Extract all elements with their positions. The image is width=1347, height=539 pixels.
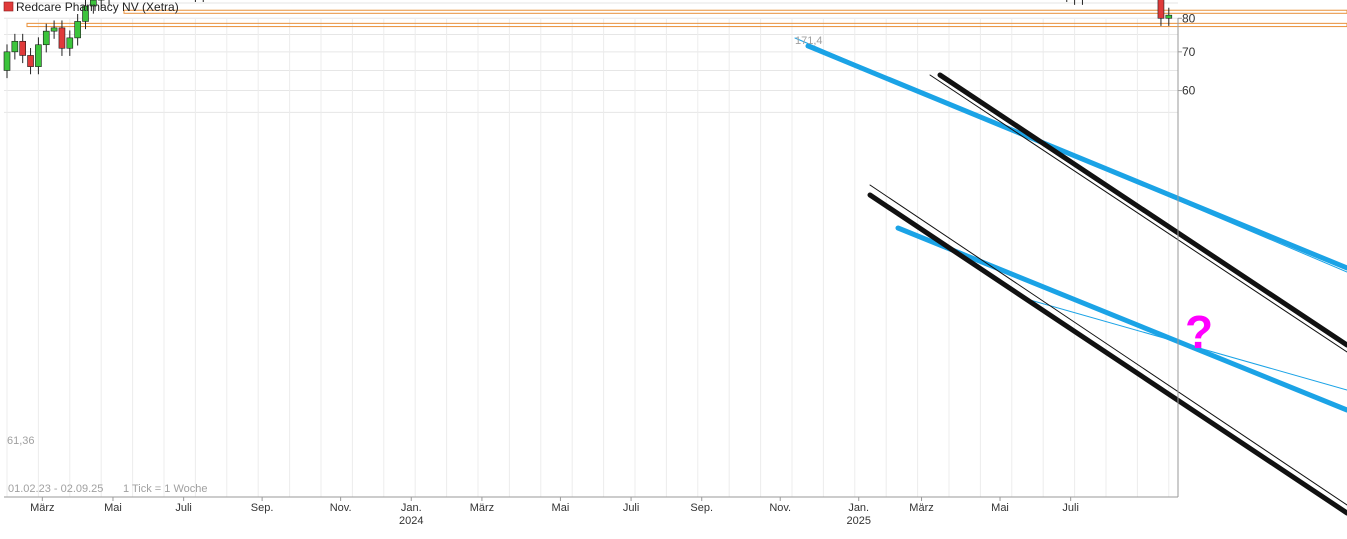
x-tick-label: März <box>909 502 933 514</box>
candle-body <box>11 40 19 53</box>
x-tick-label: Jan. <box>848 502 869 514</box>
x-tick-label: März <box>470 502 494 514</box>
y-tick-label: 70 <box>1182 45 1196 59</box>
legend-swatch <box>3 1 14 12</box>
x-tick-label: Mai <box>104 502 122 514</box>
candle-body <box>35 44 42 67</box>
x-tick-label: Mai <box>991 502 1009 514</box>
x-tick-label: Nov. <box>330 502 352 514</box>
candle-body <box>58 27 66 49</box>
support-zone <box>26 22 1347 28</box>
candle-body <box>1157 0 1165 19</box>
candle-body <box>27 55 34 67</box>
candle-body <box>66 37 74 49</box>
tick-label: 1 Tick = 1 Woche <box>123 483 207 495</box>
question-mark-annotation: ? <box>1185 306 1213 358</box>
x-tick-label: Nov. <box>769 502 791 514</box>
candle-body <box>42 30 50 46</box>
min-label: 61,36 <box>7 435 35 447</box>
candle-body <box>1165 14 1173 19</box>
candle-body <box>19 40 27 56</box>
x-tick-label: Jan. <box>401 502 422 514</box>
y-tick-label: 80 <box>1182 11 1196 25</box>
x-tick-label: März <box>30 502 54 514</box>
max-label: 171,4 <box>795 35 823 47</box>
y-tick-label: 60 <box>1182 84 1196 98</box>
range-label: 01.02.23 - 02.09.25 <box>8 483 103 495</box>
stock-chart: 60708090100110120130140150160170180MärzM… <box>0 0 1347 539</box>
x-tick-label: Juli <box>623 502 640 514</box>
x-tick-label: Mai <box>552 502 570 514</box>
x-year-label: 2024 <box>399 515 423 527</box>
candle-body <box>74 21 81 39</box>
x-tick-label: Juli <box>175 502 192 514</box>
candle-body <box>3 51 11 71</box>
x-year-label: 2025 <box>846 515 870 527</box>
candle-body <box>50 27 58 32</box>
x-tick-label: Juli <box>1062 502 1079 514</box>
x-tick-label: Sep. <box>251 502 274 514</box>
x-tick-label: Sep. <box>690 502 713 514</box>
chart-title: Redcare Pharmacy NV (Xetra) <box>16 0 179 14</box>
